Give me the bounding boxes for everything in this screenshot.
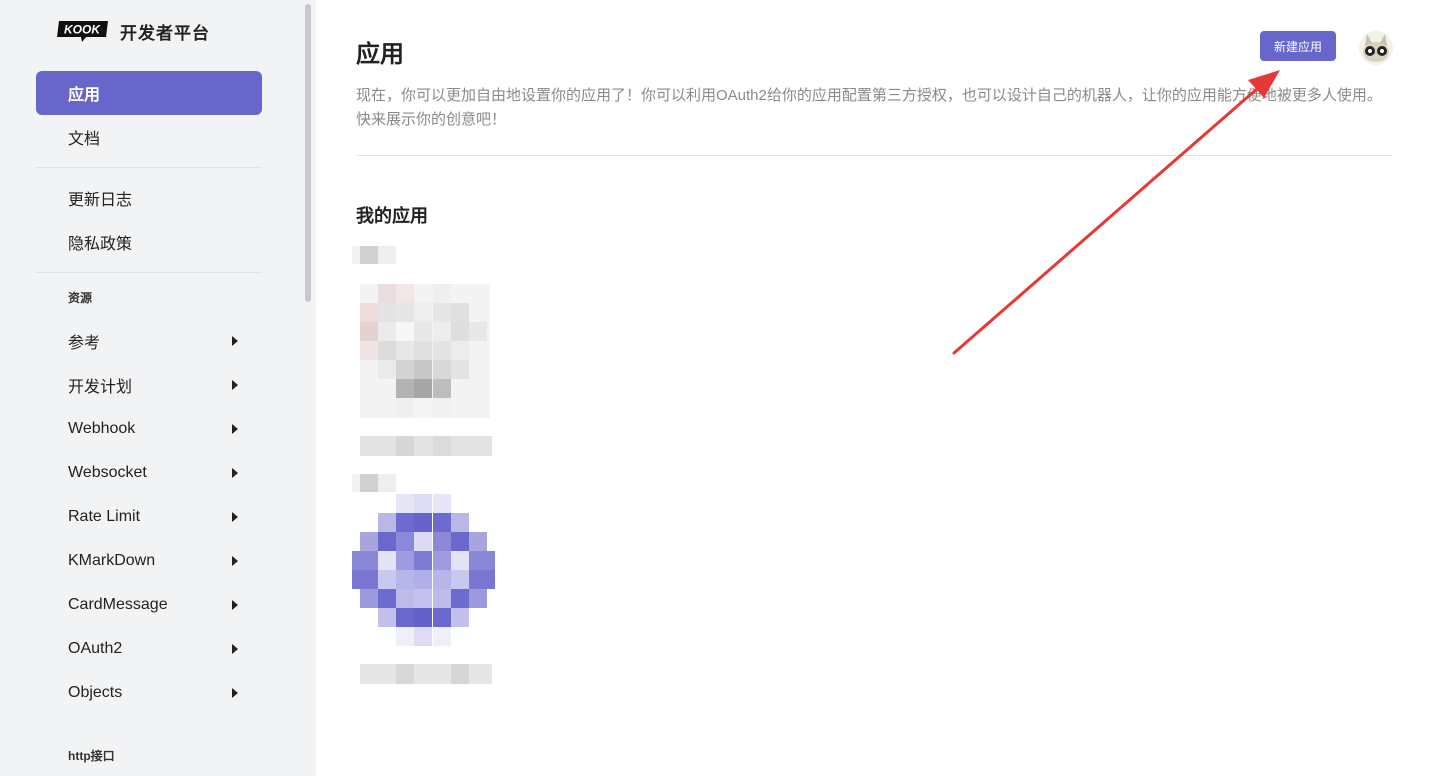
caret-right-icon [232,336,238,346]
sidebar-item-label: 开发计划 [68,379,133,396]
new-app-button[interactable]: 新建应用 [1260,31,1336,61]
sidebar-scrollbar[interactable] [305,4,311,302]
avatar[interactable] [1358,30,1394,66]
page-title: 应用 [356,41,404,68]
sidebar-item-websocket[interactable]: Websocket [36,451,262,495]
sidebar-item-label: Websocket [68,464,147,481]
sidebar-item-cardmessage[interactable]: CardMessage [36,583,262,627]
sidebar-item-webhook[interactable]: Webhook [36,407,262,451]
sidebar-item-label: 更新日志 [68,192,133,209]
sidebar-item-label: OAuth2 [68,640,123,657]
sidebar-divider [36,272,262,273]
sidebar-item-label: CardMessage [68,596,168,613]
main-content: 应用 新建应用 现在，你可以更加自由地设置你的应用了！你可以利用OAuth2给你… [316,0,1438,776]
app-icon [352,246,492,456]
sidebar-item-kmarkdown[interactable]: KMarkDown [36,539,262,583]
sidebar-section-resources: 资源 [68,291,93,305]
caret-right-icon [232,468,238,478]
svg-text:KOOK: KOOK [64,23,101,37]
sidebar-item-privacy[interactable]: 隐私政策 [36,220,262,264]
sidebar-divider [36,167,262,168]
content-divider [356,155,1392,156]
caret-right-icon [232,600,238,610]
caret-right-icon [232,556,238,566]
caret-right-icon [232,380,238,390]
sidebar-item-rate-limit[interactable]: Rate Limit [36,495,262,539]
sidebar-item-dev-plan[interactable]: 开发计划 [36,363,262,407]
sidebar-item-label: 参考 [68,335,101,352]
app-card[interactable] [348,474,498,686]
sidebar-item-label: Objects [68,684,123,701]
sidebar-item-changelog[interactable]: 更新日志 [36,176,262,220]
brand-name: 开发者平台 [120,23,210,43]
my-apps-title: 我的应用 [356,206,428,226]
sidebar-item-label: 文档 [68,131,101,148]
app-card[interactable] [348,246,498,458]
sidebar-item-label: Webhook [68,420,136,437]
sidebar-section-http: http接口 [68,749,115,763]
sidebar-item-reference[interactable]: 参考 [36,319,262,363]
sidebar-item-docs[interactable]: 文档 [36,115,262,159]
caret-right-icon [232,644,238,654]
caret-right-icon [232,512,238,522]
sidebar-item-label: 隐私政策 [68,236,133,253]
sidebar-item-label: 应用 [68,87,101,104]
kook-logo: KOOK [57,21,108,42]
sidebar-item-label: Rate Limit [68,508,141,525]
sidebar: KOOK 开发者平台 应用 文档 更新日志 隐私政策 资源 参考 开发计划 We… [0,0,316,776]
caret-right-icon [232,424,238,434]
caret-right-icon [232,688,238,698]
sidebar-item-apps[interactable]: 应用 [36,71,262,115]
brand[interactable]: KOOK 开发者平台 [56,18,210,44]
page-description: 现在，你可以更加自由地设置你的应用了！你可以利用OAuth2给你的应用配置第三方… [356,87,1382,128]
sidebar-item-label: KMarkDown [68,552,156,569]
app-icon [352,474,495,684]
sidebar-item-oauth2[interactable]: OAuth2 [36,627,262,671]
sidebar-item-objects[interactable]: Objects [36,671,262,715]
